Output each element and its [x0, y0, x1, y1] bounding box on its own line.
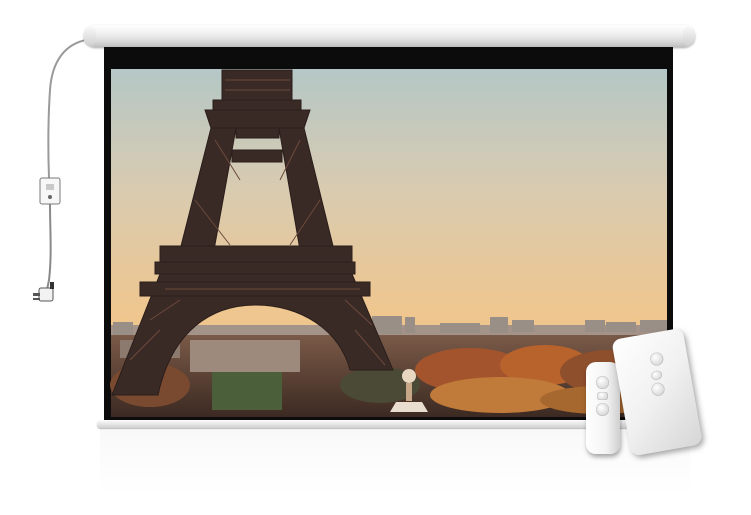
up-button-icon [596, 376, 609, 389]
projector-screen-product-photo [0, 0, 751, 515]
down-button-icon [596, 403, 609, 416]
down-button-icon [650, 381, 666, 397]
stop-button-icon [597, 392, 608, 400]
foreground-trees [110, 335, 667, 417]
up-button-icon [649, 351, 665, 367]
remote-control-small [586, 362, 620, 454]
stop-button-icon [650, 369, 663, 381]
